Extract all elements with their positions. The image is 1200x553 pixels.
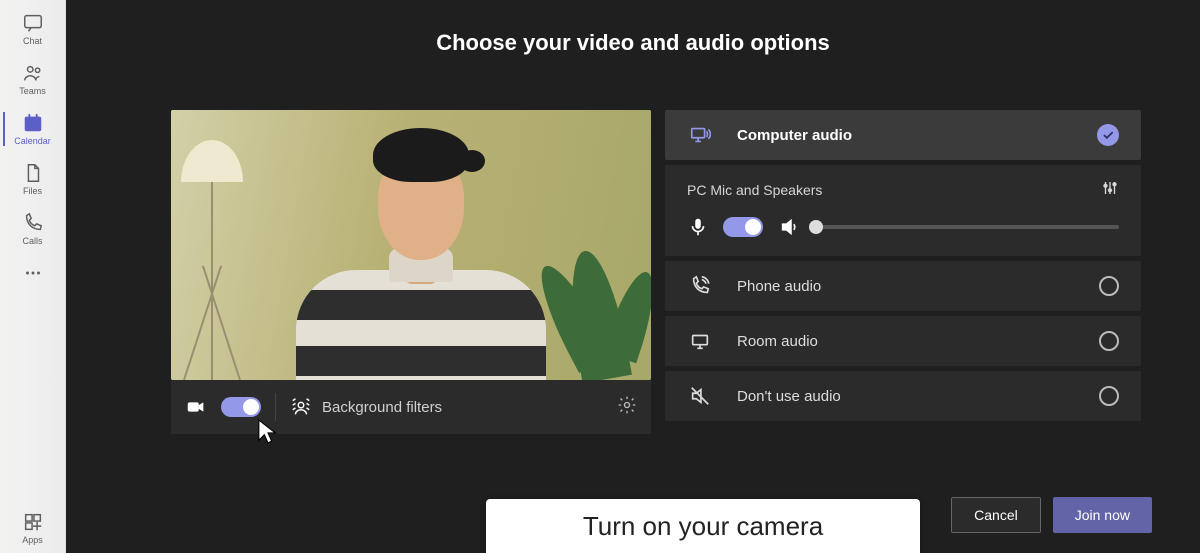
microphone-toggle[interactable]: [723, 217, 763, 237]
sidebar-item-label: Calls: [22, 236, 42, 246]
audio-option-none[interactable]: Don't use audio: [665, 371, 1141, 421]
prejoin-screen: Choose your video and audio options: [66, 0, 1200, 553]
page-title: Choose your video and audio options: [66, 30, 1200, 56]
join-now-button[interactable]: Join now: [1053, 497, 1152, 533]
cancel-button[interactable]: Cancel: [951, 497, 1041, 533]
audio-option-label: Phone audio: [737, 278, 821, 295]
sidebar-item-apps[interactable]: Apps: [3, 503, 63, 553]
no-audio-icon: [687, 385, 713, 407]
sliders-icon: [1101, 179, 1119, 197]
sidebar-item-label: Files: [23, 186, 42, 196]
audio-panel: Computer audio PC Mic and Speakers: [665, 110, 1141, 434]
sidebar-item-label: Teams: [19, 86, 46, 96]
files-icon: [22, 162, 44, 184]
background-filters-button[interactable]: Background filters: [290, 396, 442, 418]
audio-option-label: Computer audio: [737, 127, 852, 144]
background-effects-icon: [290, 396, 312, 418]
sidebar-item-chat[interactable]: Chat: [3, 4, 63, 54]
teams-icon: [22, 62, 44, 84]
video-settings-button[interactable]: [617, 395, 637, 420]
chat-icon: [22, 12, 44, 34]
audio-option-computer[interactable]: Computer audio: [665, 110, 1141, 160]
app-rail: Chat Teams Calendar Files Calls Apps: [0, 0, 66, 553]
audio-option-label: Room audio: [737, 333, 818, 350]
volume-slider-thumb[interactable]: [809, 220, 823, 234]
phone-audio-icon: [687, 275, 713, 297]
sidebar-item-calendar[interactable]: Calendar: [3, 104, 63, 154]
selected-check-icon: [1097, 124, 1119, 146]
footer-buttons: Cancel Join now: [951, 497, 1152, 533]
divider: [275, 393, 276, 421]
sidebar-item-label: Calendar: [14, 136, 51, 146]
computer-audio-icon: [687, 124, 713, 146]
radio-unchecked-icon: [1099, 386, 1119, 406]
calls-icon: [22, 212, 44, 234]
audio-device-settings-button[interactable]: [1101, 179, 1119, 200]
audio-option-phone[interactable]: Phone audio: [665, 261, 1141, 311]
gear-icon: [617, 395, 637, 415]
tooltip: Turn on your camera: [486, 499, 920, 553]
mouse-cursor-icon: [257, 418, 279, 446]
sidebar-item-more[interactable]: [3, 254, 63, 292]
sidebar-item-files[interactable]: Files: [3, 154, 63, 204]
room-audio-icon: [687, 330, 713, 352]
radio-unchecked-icon: [1099, 331, 1119, 351]
video-panel: Background filters: [171, 110, 651, 434]
computer-audio-settings: PC Mic and Speakers: [665, 165, 1141, 256]
volume-slider[interactable]: [813, 225, 1119, 229]
video-camera-icon: [185, 396, 207, 418]
radio-unchecked-icon: [1099, 276, 1119, 296]
microphone-icon: [687, 216, 709, 238]
apps-icon: [22, 511, 44, 533]
background-filters-label: Background filters: [322, 399, 442, 416]
sidebar-item-label: Apps: [22, 535, 43, 545]
tooltip-text: Turn on your camera: [583, 511, 823, 542]
audio-device-label: PC Mic and Speakers: [687, 182, 822, 198]
calendar-icon: [22, 112, 44, 134]
sidebar-item-calls[interactable]: Calls: [3, 204, 63, 254]
audio-option-room[interactable]: Room audio: [665, 316, 1141, 366]
camera-toggle[interactable]: [221, 397, 261, 417]
sidebar-item-label: Chat: [23, 36, 42, 46]
speaker-icon: [779, 216, 801, 238]
sidebar-item-teams[interactable]: Teams: [3, 54, 63, 104]
camera-preview: [171, 110, 651, 380]
audio-option-label: Don't use audio: [737, 388, 841, 405]
video-controls: Background filters: [171, 380, 651, 434]
ellipsis-icon: [22, 262, 44, 284]
